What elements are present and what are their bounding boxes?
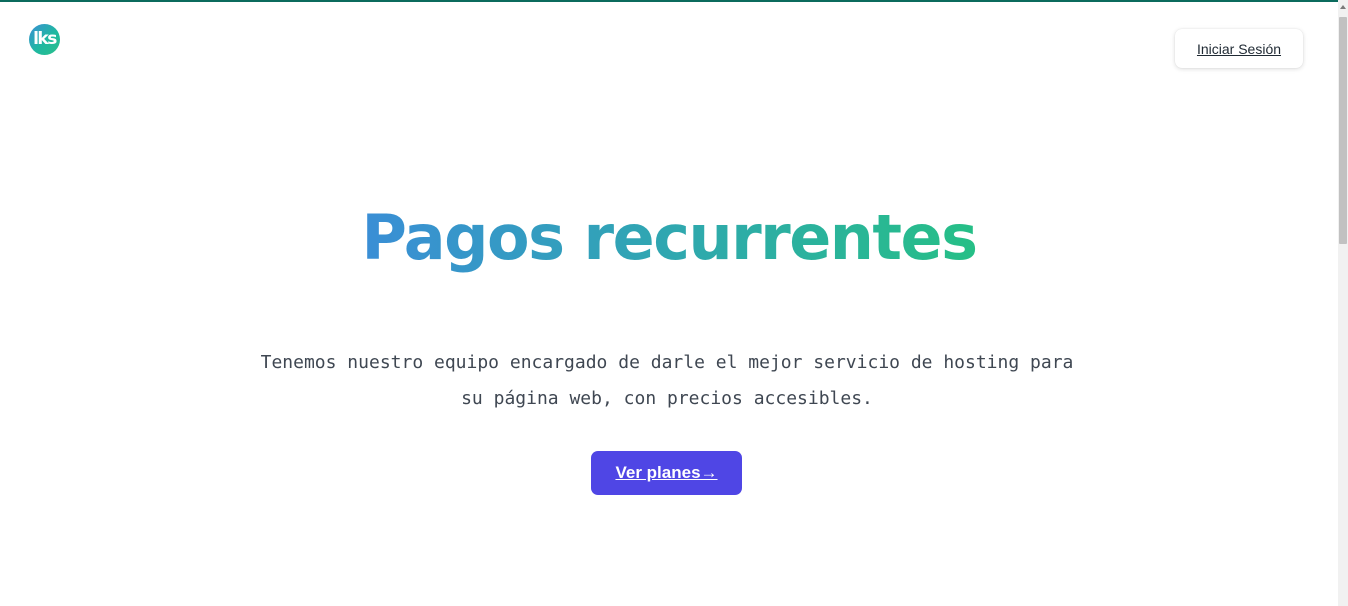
hero-subtitle-line-2: su página web, con precios accesibles. — [461, 388, 873, 409]
hero-subtitle: Tenemos nuestro equipo encargado de darl… — [250, 345, 1084, 417]
login-button-label: Iniciar Sesión — [1196, 40, 1282, 57]
vertical-scrollbar[interactable] — [1338, 0, 1348, 606]
hero-title-text: Pagos recurrentes — [361, 201, 978, 274]
lks-logo-icon[interactable]: lks — [29, 24, 60, 55]
logo-text: lks — [33, 29, 57, 49]
hero-title: Pagos recurrentes — [0, 196, 1338, 280]
landing-page: lks Iniciar Sesión Pagos recurrentes Ten… — [0, 0, 1348, 606]
top-accent-bar — [0, 0, 1338, 2]
scrollbar-thumb[interactable] — [1339, 17, 1347, 244]
login-button[interactable]: Iniciar Sesión — [1175, 29, 1303, 68]
hero-subtitle-line-1: Tenemos nuestro equipo encargado de darl… — [260, 352, 1074, 373]
scroll-up-arrow-icon[interactable] — [1340, 5, 1346, 9]
view-plans-button-label: Ver planes→ — [615, 463, 718, 482]
view-plans-button[interactable]: Ver planes→ — [591, 451, 742, 495]
